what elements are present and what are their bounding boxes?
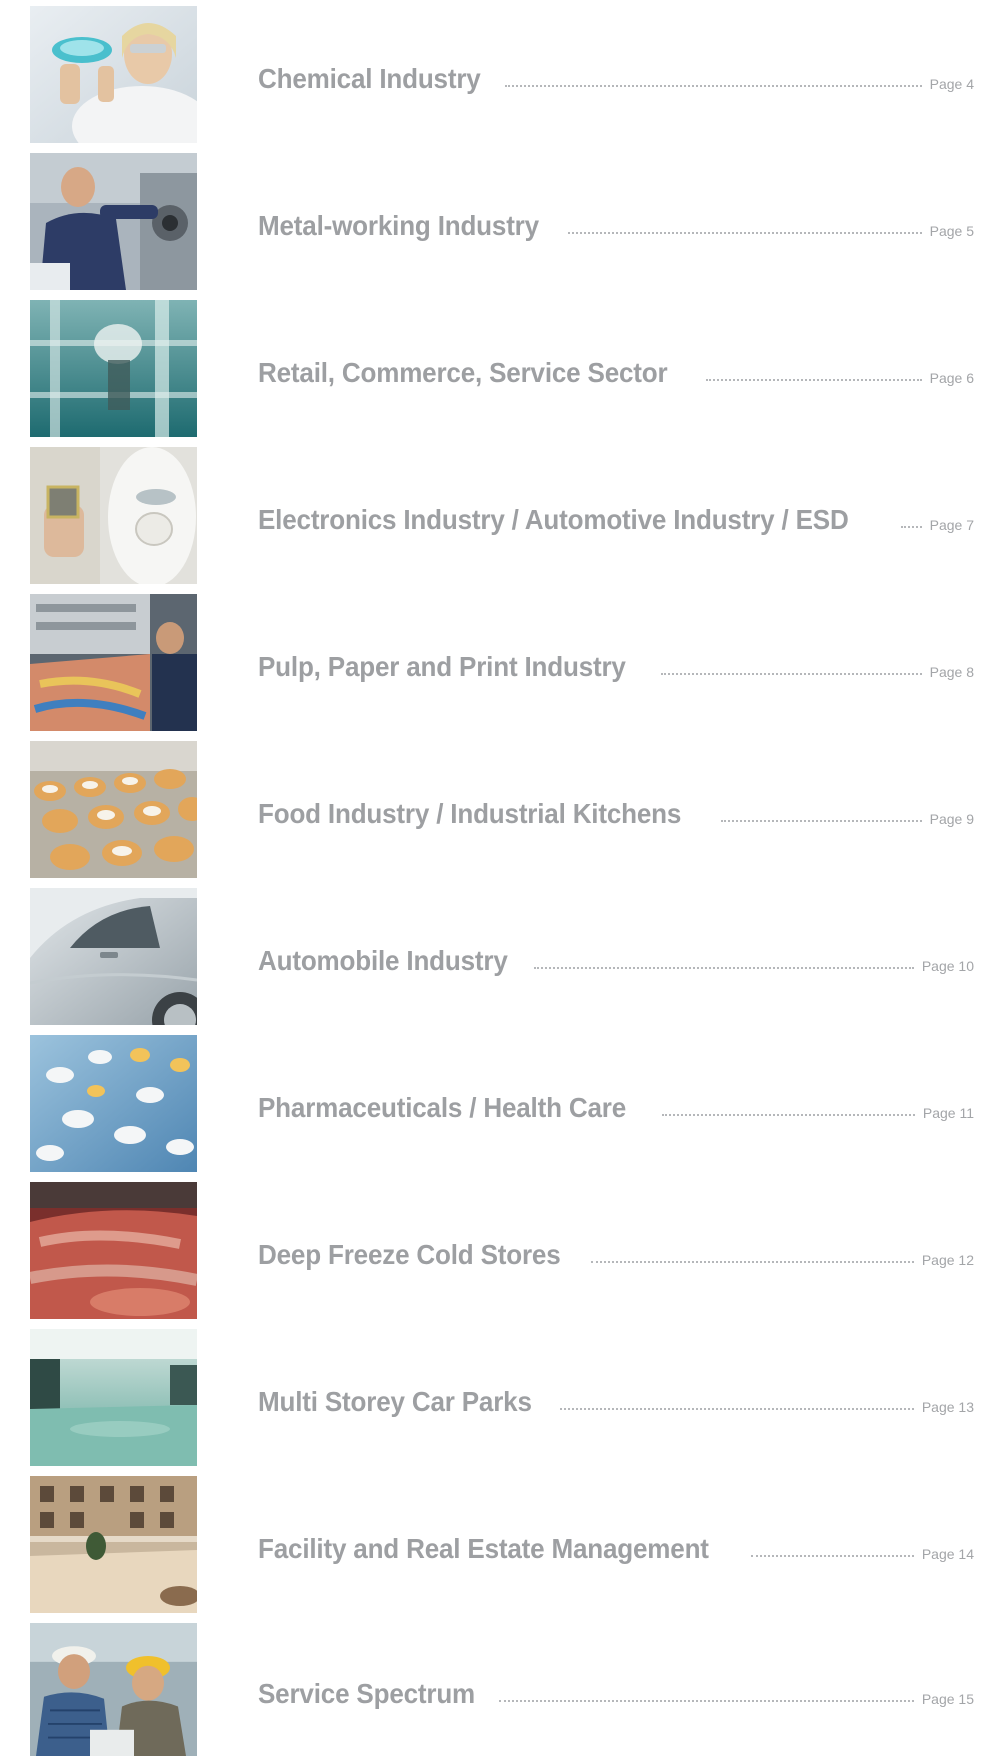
bakery-conveyor-photo — [30, 741, 197, 878]
metal-worker-photo — [30, 153, 197, 290]
toc-entry: Pharmaceuticals / Health Care Page 11 — [0, 1035, 1002, 1172]
dotted-leader — [661, 1114, 915, 1116]
entry-title: Food Industry / Industrial Kitchens — [258, 798, 682, 829]
building-atrium-photo — [30, 1476, 197, 1613]
toc-entry: Multi Storey Car Parks Page 13 — [0, 1329, 1002, 1466]
page-reference: Page 10 — [921, 958, 974, 974]
dotted-leader — [505, 85, 922, 87]
silver-car-photo — [30, 888, 197, 1025]
page-reference: Page 5 — [929, 223, 974, 239]
toc-link[interactable]: Food Industry / Industrial Kitchens Page… — [258, 791, 974, 831]
toc-link[interactable]: Multi Storey Car Parks Page 13 — [258, 1379, 974, 1419]
printing-press-photo — [30, 594, 197, 731]
toc-entry: Facility and Real Estate Management Page… — [0, 1476, 1002, 1613]
page-reference: Page 8 — [929, 664, 974, 680]
entry-title: Pharmaceuticals / Health Care — [258, 1092, 627, 1123]
toc-entry: Service Spectrum Page 15 — [0, 1623, 1002, 1756]
dotted-leader — [499, 1700, 914, 1702]
dotted-leader — [706, 379, 922, 381]
cleanroom-worker-photo — [30, 447, 197, 584]
toc-link[interactable]: Retail, Commerce, Service Sector Page 6 — [258, 350, 974, 390]
page-reference: Page 4 — [929, 76, 974, 92]
entry-title: Electronics Industry / Automotive Indust… — [258, 504, 849, 535]
page-reference: Page 6 — [929, 370, 974, 386]
toc-link[interactable]: Metal-working Industry Page 5 — [258, 203, 974, 243]
dotted-leader — [534, 967, 914, 969]
toc-entry: Metal-working Industry Page 5 — [0, 153, 1002, 290]
entry-title: Chemical Industry — [258, 63, 481, 94]
toc-link[interactable]: Deep Freeze Cold Stores Page 12 — [258, 1232, 974, 1272]
entry-title: Facility and Real Estate Management — [258, 1533, 709, 1564]
toc-link[interactable]: Chemical Industry Page 4 — [258, 56, 974, 96]
toc-entry: Retail, Commerce, Service Sector Page 6 — [0, 300, 1002, 437]
page-reference: Page 15 — [921, 1691, 974, 1707]
page-reference: Page 11 — [922, 1105, 974, 1121]
page-reference: Page 7 — [929, 517, 974, 533]
toc-entry: Chemical Industry Page 4 — [0, 6, 1002, 143]
entry-title: Service Spectrum — [258, 1678, 476, 1709]
entry-title: Metal-working Industry — [258, 210, 539, 241]
frozen-meat-photo — [30, 1182, 197, 1319]
dotted-leader — [750, 1555, 914, 1557]
entry-title: Multi Storey Car Parks — [258, 1386, 532, 1417]
car-park-photo — [30, 1329, 197, 1466]
entry-title: Automobile Industry — [258, 945, 508, 976]
toc-entry: Electronics Industry / Automotive Indust… — [0, 447, 1002, 584]
shopping-mall-photo — [30, 300, 197, 437]
toc-entry: Food Industry / Industrial Kitchens Page… — [0, 741, 1002, 878]
page-reference: Page 13 — [921, 1399, 974, 1415]
dotted-leader — [568, 232, 922, 234]
pills-photo — [30, 1035, 197, 1172]
entry-title: Deep Freeze Cold Stores — [258, 1239, 561, 1270]
construction-workers-photo — [30, 1623, 197, 1756]
dotted-leader — [560, 1408, 914, 1410]
page-reference: Page 14 — [921, 1546, 974, 1562]
toc-link[interactable]: Pulp, Paper and Print Industry Page 8 — [258, 644, 974, 684]
entry-title: Pulp, Paper and Print Industry — [258, 651, 626, 682]
entry-title: Retail, Commerce, Service Sector — [258, 357, 668, 388]
toc-entry: Automobile Industry Page 10 — [0, 888, 1002, 1025]
toc-link[interactable]: Automobile Industry Page 10 — [258, 938, 974, 978]
dotted-leader — [591, 1261, 914, 1263]
page-reference: Page 12 — [921, 1252, 974, 1268]
table-of-contents: Chemical Industry Page 4 Metal-working I… — [0, 0, 1002, 1756]
toc-link[interactable]: Electronics Industry / Automotive Indust… — [258, 497, 974, 537]
toc-entry: Pulp, Paper and Print Industry Page 8 — [0, 594, 1002, 731]
toc-link[interactable]: Facility and Real Estate Management Page… — [258, 1526, 974, 1566]
chemical-lab-photo — [30, 6, 197, 143]
page-reference: Page 9 — [929, 811, 974, 827]
dotted-leader — [661, 673, 922, 675]
toc-entry: Deep Freeze Cold Stores Page 12 — [0, 1182, 1002, 1319]
toc-link[interactable]: Service Spectrum Page 15 — [258, 1671, 974, 1711]
dotted-leader — [721, 820, 922, 822]
dotted-leader — [901, 526, 922, 528]
toc-link[interactable]: Pharmaceuticals / Health Care Page 11 — [258, 1085, 974, 1125]
